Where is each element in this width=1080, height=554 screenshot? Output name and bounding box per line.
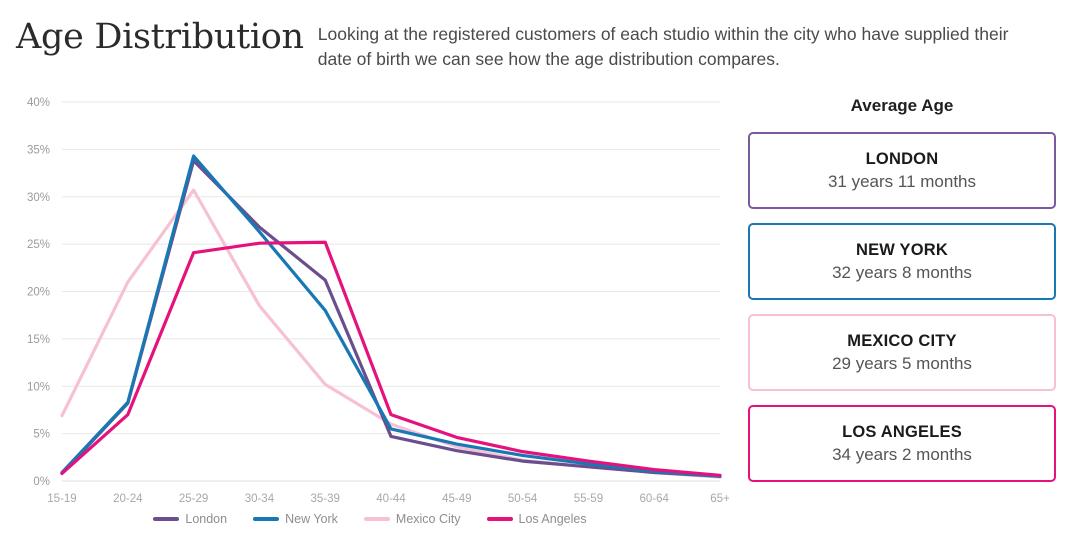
y-axis-tick-label: 25% [27, 239, 50, 251]
y-axis-tick-label: 40% [27, 97, 50, 109]
legend-item-mexico-city[interactable]: Mexico City [363, 512, 461, 526]
chart-legend: London New York Mexico City Los Angeles [0, 512, 740, 526]
page-subtitle: Looking at the registered customers of e… [317, 24, 1009, 69]
city-card-new-york[interactable]: NEW YORK 32 years 8 months [748, 223, 1056, 300]
chart-plot: 0% 5% 10% 15% 20% 25% 30% 35% 40% 15-19 20-24 25-2… [27, 97, 730, 505]
city-card-los-angeles[interactable]: LOS ANGELES 34 years 2 months [748, 405, 1056, 482]
x-axis-tick-label: 45-49 [442, 493, 471, 505]
series-line-new-york [60, 154, 722, 478]
city-card-average-age: 32 years 8 months [832, 262, 972, 282]
y-axis-tick-label: 15% [27, 334, 50, 346]
x-axis-tick-label: 60-64 [639, 493, 669, 505]
page-title: Age Distribution [16, 17, 304, 57]
city-card-name: LONDON [865, 149, 939, 168]
x-axis-tick-label: 65+ [710, 493, 730, 505]
y-axis-tick-label: 35% [27, 144, 50, 156]
average-age-card-list: LONDON 31 years 11 months NEW YORK 32 years… [748, 132, 1056, 482]
average-age-heading: Average Age [850, 96, 954, 115]
y-axis-tick-label: 30% [27, 192, 50, 204]
legend-label: New York [285, 512, 338, 526]
city-card-mexico-city[interactable]: MEXICO CITY 29 years 5 months [748, 314, 1056, 391]
x-axis-tick-label: 25-29 [179, 493, 208, 505]
age-distribution-chart: 0% 5% 10% 15% 20% 25% 30% 35% 40% 15-19 20-24 25-2… [0, 88, 740, 554]
legend-swatch-icon [363, 517, 390, 521]
x-axis-tick-label: 30-34 [245, 493, 275, 505]
average-age-panel: Average Age LONDON 31 years 11 months NEW … [748, 88, 1080, 554]
city-card-london[interactable]: LONDON 31 years 11 months [748, 132, 1056, 209]
legend-item-los-angeles[interactable]: Los Angeles [486, 512, 587, 526]
city-card-average-age: 29 years 5 months [832, 353, 972, 373]
legend-swatch-icon [153, 517, 180, 521]
city-card-name: NEW YORK [855, 240, 949, 259]
chart-series-lines [60, 154, 722, 479]
chart-x-axis-labels: 15-19 20-24 25-29 30-34 35-39 40-44 45-49 50-54… [47, 493, 730, 505]
city-card-average-age: 34 years 2 months [832, 444, 972, 464]
y-axis-tick-label: 5% [33, 429, 50, 441]
legend-item-london[interactable]: London [153, 512, 227, 526]
city-card-average-age: 31 years 11 months [827, 171, 977, 191]
y-axis-tick-label: 0% [33, 476, 50, 488]
x-axis-tick-label: 20-24 [113, 493, 143, 505]
chart-y-axis-labels: 0% 5% 10% 15% 20% 25% 30% 35% 40% [27, 97, 50, 488]
page-header: Age Distribution Looking at the register… [0, 0, 1080, 88]
legend-label: Los Angeles [518, 512, 587, 526]
legend-swatch-icon [486, 517, 513, 521]
city-card-name: LOS ANGELES [842, 422, 962, 441]
x-axis-tick-label: 55-59 [574, 493, 603, 505]
legend-label: Mexico City [395, 512, 461, 526]
x-axis-tick-label: 35-39 [310, 493, 339, 505]
y-axis-tick-label: 10% [27, 381, 50, 393]
legend-label: London [185, 512, 228, 526]
legend-swatch-icon [253, 517, 280, 521]
legend-item-new-york[interactable]: New York [253, 512, 338, 526]
city-card-name: MEXICO CITY [847, 331, 957, 350]
y-axis-tick-label: 20% [27, 287, 50, 299]
x-axis-tick-label: 40-44 [376, 493, 406, 505]
x-axis-tick-label: 50-54 [508, 493, 538, 505]
x-axis-tick-label: 15-19 [47, 493, 76, 505]
